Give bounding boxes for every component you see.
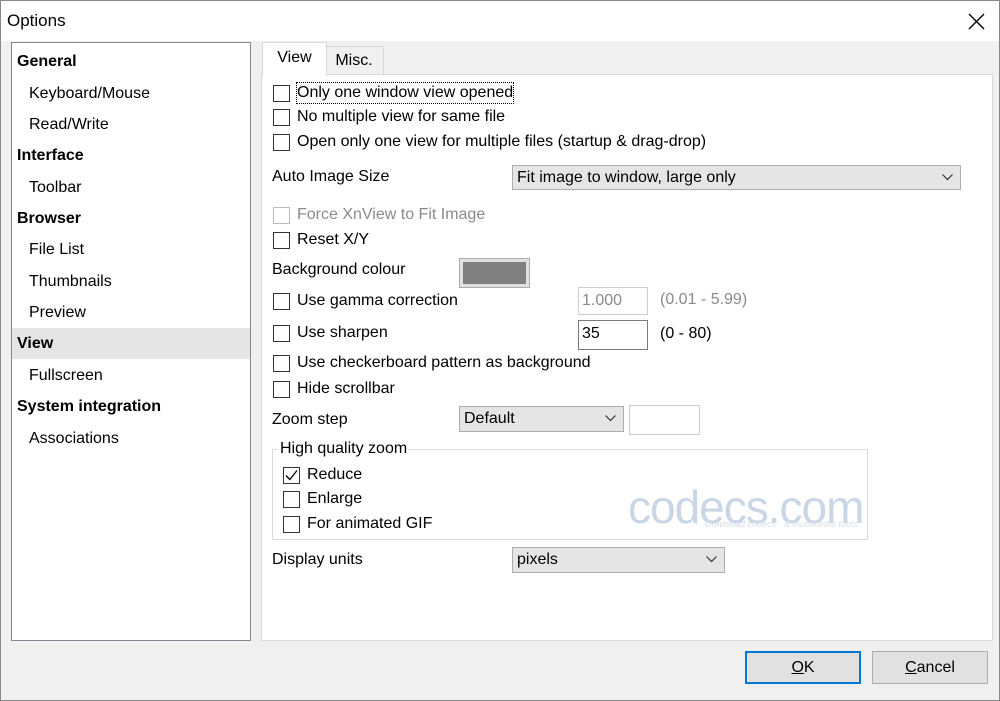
background-colour-label: Background colour <box>272 261 406 278</box>
sidebar-item-preview[interactable]: Preview <box>12 297 250 328</box>
sidebar-item-thumbnails[interactable]: Thumbnails <box>12 266 250 297</box>
open-only-one-view-label[interactable]: Open only one view for multiple files (s… <box>297 132 706 152</box>
sidebar-item-interface[interactable]: Interface <box>12 140 250 171</box>
watermark-subtext: Download codecs · & multimedia tools <box>705 519 858 529</box>
chevron-down-icon <box>706 556 717 563</box>
no-multiple-view-label[interactable]: No multiple view for same file <box>297 107 505 127</box>
title-bar: Options <box>1 1 999 41</box>
sidebar-item-read-write[interactable]: Read/Write <box>12 109 250 140</box>
reset-xy-label[interactable]: Reset X/Y <box>297 230 369 250</box>
high-quality-zoom-title: High quality zoom <box>278 439 410 459</box>
gamma-label[interactable]: Use gamma correction <box>297 291 458 311</box>
zoom-step-value: Default <box>464 410 515 427</box>
auto-image-size-value: Fit image to window, large only <box>517 169 736 186</box>
display-units-label: Display units <box>272 551 363 568</box>
sharpen-range: (0 - 80) <box>660 325 712 342</box>
auto-image-size-label: Auto Image Size <box>272 168 390 185</box>
auto-image-size-dropdown[interactable]: Fit image to window, large only <box>512 165 961 190</box>
gamma-input[interactable]: 1.000 <box>578 287 648 315</box>
gamma-range: (0.01 - 5.99) <box>660 291 748 308</box>
checkmark-icon <box>285 470 298 481</box>
sharpen-input[interactable]: 35 <box>578 320 648 350</box>
open-only-one-view-checkbox[interactable] <box>273 134 290 151</box>
sidebar-item-fullscreen[interactable]: Fullscreen <box>12 360 250 391</box>
gamma-checkbox[interactable] <box>273 293 290 310</box>
reduce-label[interactable]: Reduce <box>307 465 362 485</box>
tab-misc[interactable]: Misc. <box>325 46 384 75</box>
no-multiple-view-checkbox[interactable] <box>273 109 290 126</box>
sharpen-value: 35 <box>582 325 600 342</box>
enlarge-label[interactable]: Enlarge <box>307 489 362 509</box>
display-units-dropdown[interactable]: pixels <box>512 547 725 573</box>
reset-xy-checkbox[interactable] <box>273 232 290 249</box>
sidebar-item-file-list[interactable]: File List <box>12 234 250 265</box>
sidebar-item-keyboard-mouse[interactable]: Keyboard/Mouse <box>12 78 250 109</box>
only-one-window-label[interactable]: Only one window view opened <box>295 82 515 104</box>
ok-button[interactable]: OK <box>745 651 861 684</box>
ok-accelerator: O <box>791 659 804 676</box>
sharpen-checkbox[interactable] <box>273 325 290 342</box>
sidebar-item-view[interactable]: View <box>12 328 250 359</box>
zoom-step-custom-input[interactable] <box>629 405 700 435</box>
window-title: Options <box>7 11 66 30</box>
reduce-checkbox[interactable] <box>283 467 300 484</box>
enlarge-checkbox[interactable] <box>283 491 300 508</box>
ok-label-rest: K <box>803 659 815 676</box>
zoom-step-dropdown[interactable]: Default <box>459 406 624 432</box>
sidebar-item-browser[interactable]: Browser <box>12 203 250 234</box>
sidebar-item-toolbar[interactable]: Toolbar <box>12 172 250 203</box>
close-icon <box>968 13 984 29</box>
sidebar-item-associations[interactable]: Associations <box>12 423 250 454</box>
force-fit-label: Force XnView to Fit Image <box>297 206 486 223</box>
zoom-step-label: Zoom step <box>272 411 348 428</box>
sharpen-label[interactable]: Use sharpen <box>297 323 388 343</box>
cancel-button[interactable]: Cancel <box>872 651 988 684</box>
cancel-label-rest: ancel <box>916 659 955 676</box>
sidebar-item-system-integration[interactable]: System integration <box>12 391 250 422</box>
close-button[interactable] <box>953 1 999 41</box>
force-fit-checkbox[interactable] <box>273 207 290 224</box>
chevron-down-icon <box>942 174 953 181</box>
tab-view[interactable]: View <box>262 42 327 76</box>
category-tree[interactable]: General Keyboard/Mouse Read/Write Interf… <box>11 42 251 641</box>
gamma-value: 1.000 <box>582 292 623 309</box>
hide-scrollbar-label[interactable]: Hide scrollbar <box>297 379 395 399</box>
cancel-accelerator: C <box>905 659 917 676</box>
animated-gif-label[interactable]: For animated GIF <box>307 514 432 534</box>
chevron-down-icon <box>605 415 616 422</box>
animated-gif-checkbox[interactable] <box>283 516 300 533</box>
background-colour-swatch <box>463 262 526 284</box>
display-units-value: pixels <box>517 551 558 568</box>
checkerboard-checkbox[interactable] <box>273 355 290 372</box>
checkerboard-label[interactable]: Use checkerboard pattern as background <box>297 353 591 373</box>
background-colour-button[interactable] <box>459 258 530 288</box>
sidebar-item-general[interactable]: General <box>12 46 250 77</box>
only-one-window-checkbox[interactable] <box>273 85 290 102</box>
hide-scrollbar-checkbox[interactable] <box>273 381 290 398</box>
